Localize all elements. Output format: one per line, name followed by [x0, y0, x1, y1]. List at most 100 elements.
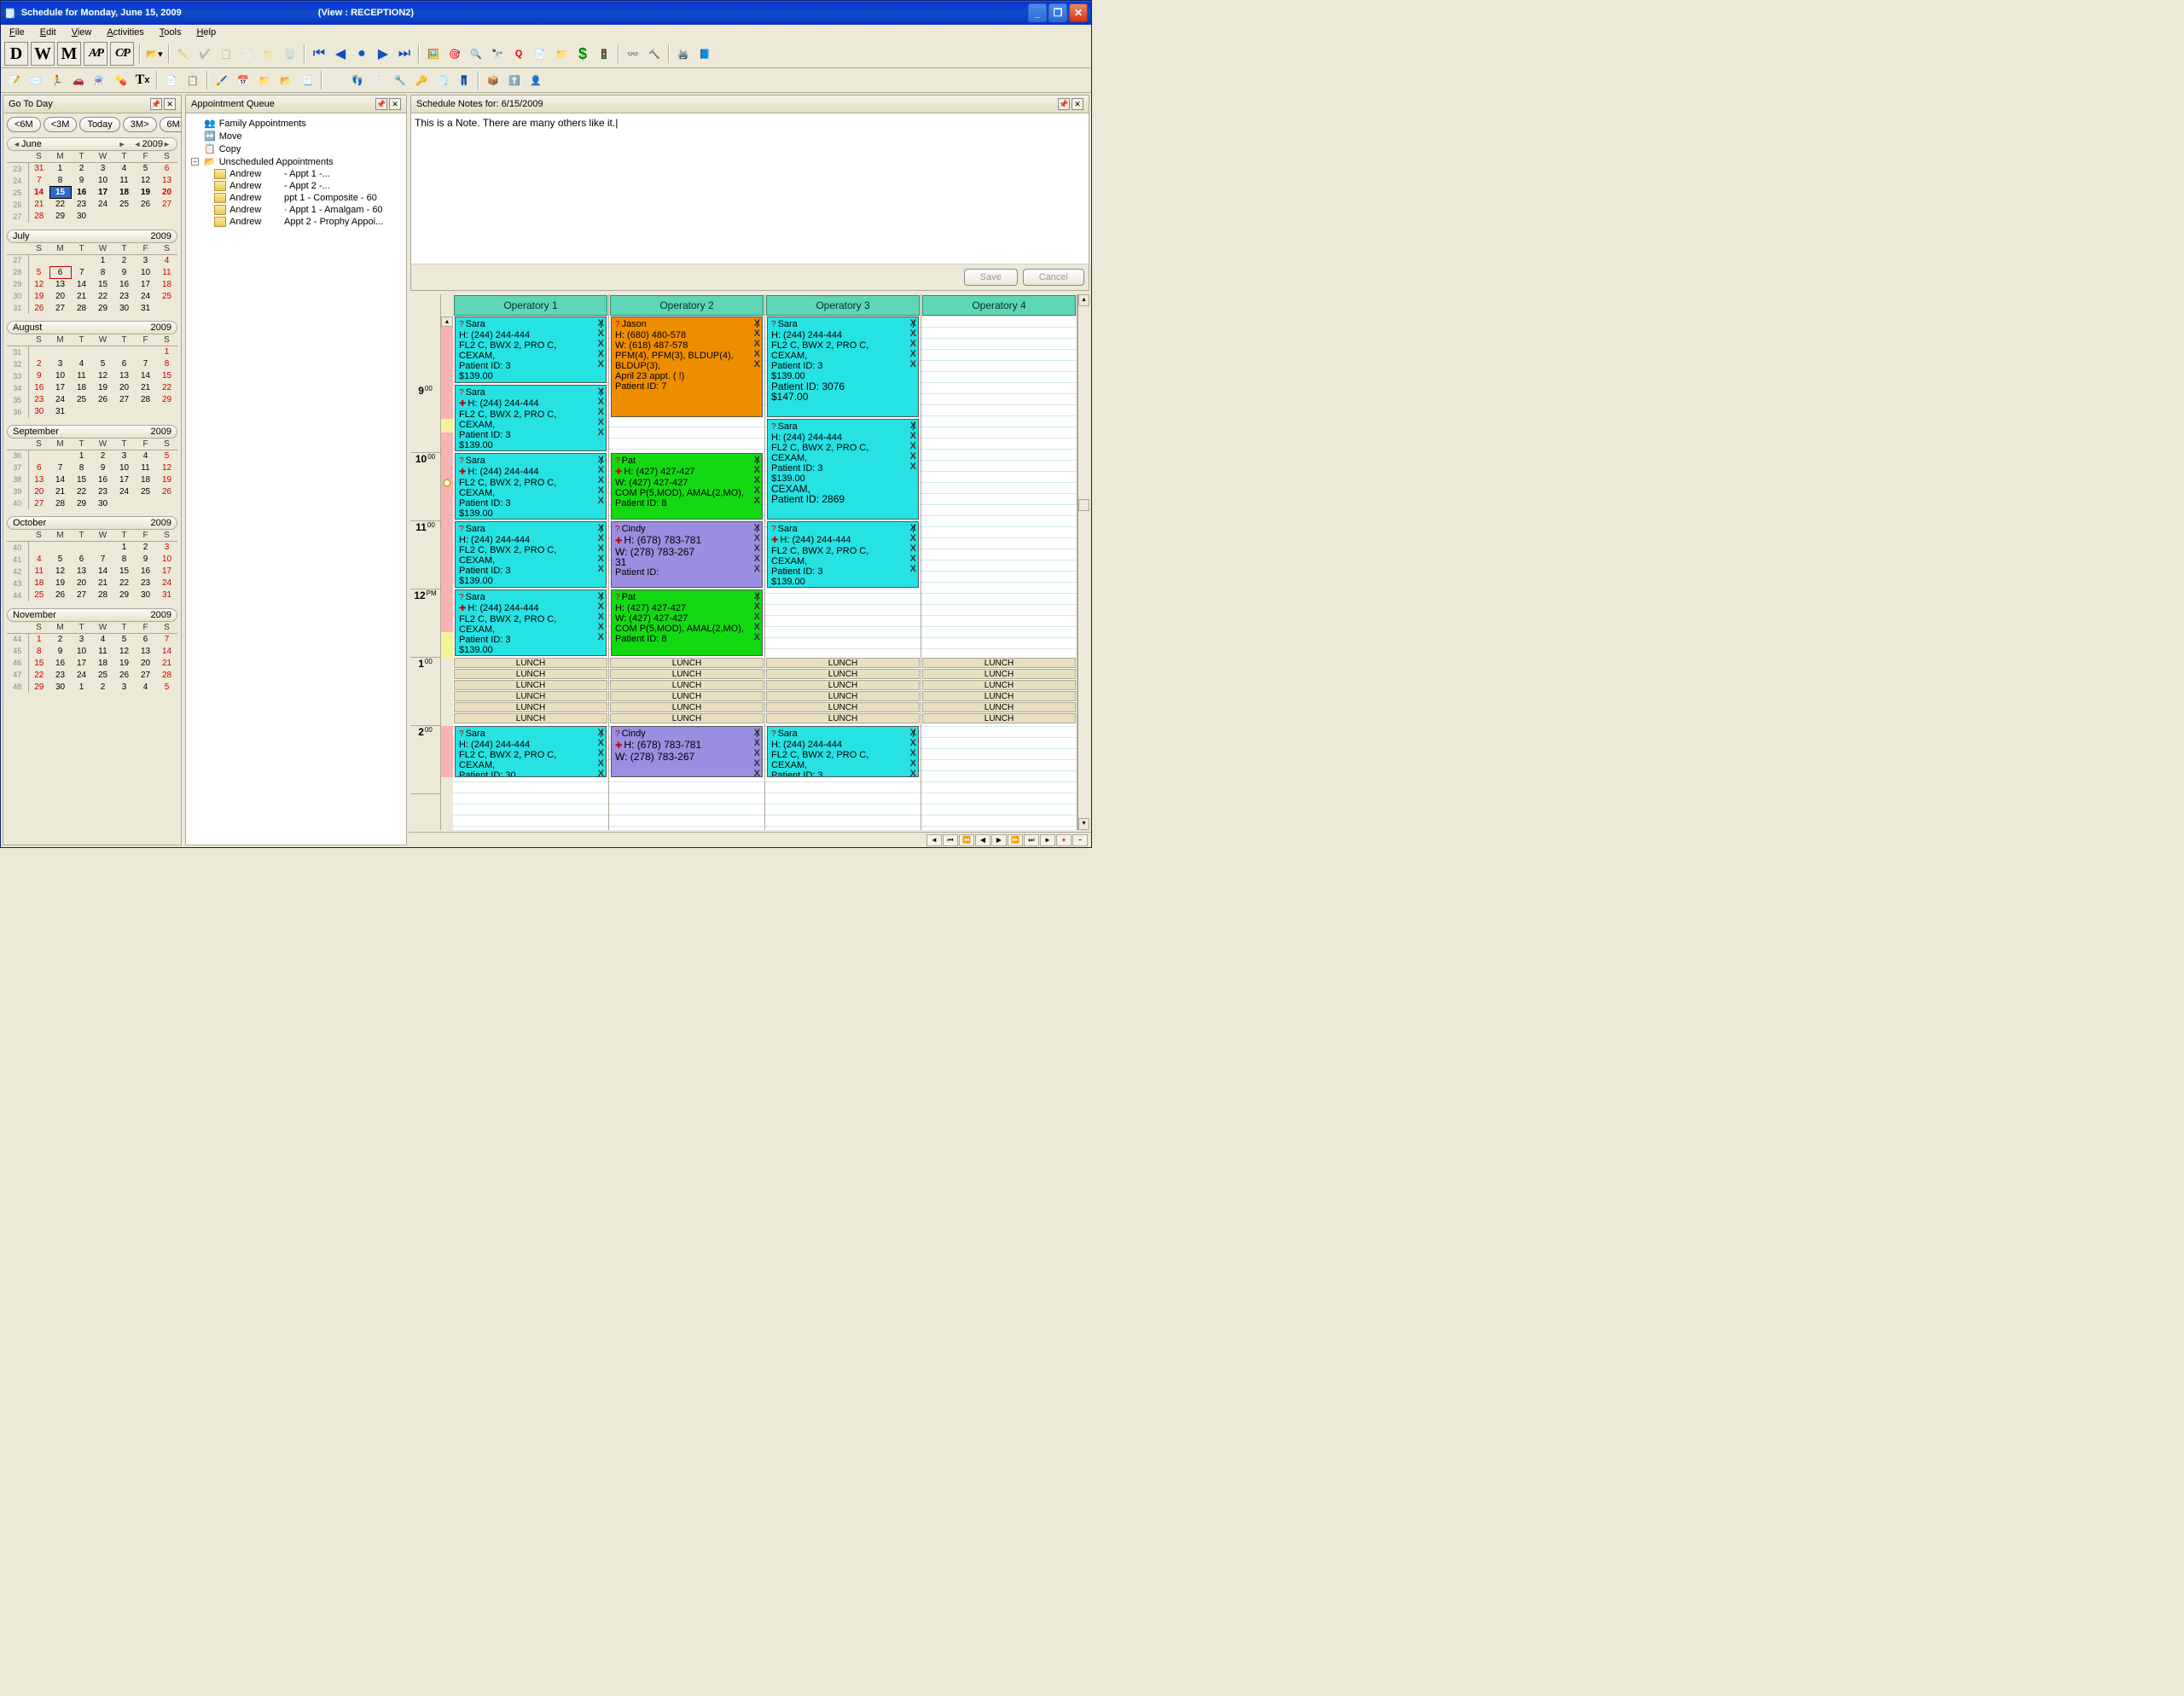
calendar-day[interactable]: 10 [92, 175, 113, 187]
calendar-day[interactable]: 31 [28, 163, 49, 175]
calendar-day[interactable]: 10 [113, 462, 135, 473]
appointment-block[interactable]: / XXXXX ?SaraH: (244) 244-444FL2 C, BWX … [767, 317, 919, 417]
calendar-day[interactable]: 16 [28, 382, 49, 394]
book-icon[interactable]: 📘 [694, 44, 715, 64]
calendar-day[interactable]: 13 [156, 175, 177, 187]
month-header[interactable]: November2009 [7, 608, 177, 622]
calendar-day[interactable]: 27 [113, 394, 135, 406]
calendar-day[interactable]: 26 [92, 394, 113, 406]
calendar-day[interactable] [92, 406, 113, 418]
calendar-day[interactable]: 5 [92, 358, 113, 370]
calendar-day[interactable]: 2 [71, 163, 92, 175]
pin-icon[interactable]: 📌 [1058, 98, 1070, 110]
calendar-day[interactable]: 21 [71, 290, 92, 302]
calendar-day[interactable]: 19 [156, 473, 177, 485]
calendar-day[interactable]: 27 [135, 669, 156, 681]
calendar-day[interactable]: 20 [49, 290, 71, 302]
lunch-block[interactable]: LUNCH [922, 658, 1076, 668]
calendar-day[interactable]: 31 [135, 302, 156, 314]
calendar-day[interactable]: 20 [71, 578, 92, 590]
calendar-day[interactable]: 30 [135, 590, 156, 601]
view-cp-button[interactable]: C/P [110, 42, 134, 66]
calendar-day[interactable]: 10 [156, 554, 177, 566]
calendar-day[interactable]: 2 [28, 358, 49, 370]
calendar-day[interactable]: 24 [135, 290, 156, 302]
queue-item[interactable]: Andrew· Appt 1 - Amalgam - 60 [200, 204, 403, 216]
calendar-day[interactable]: 30 [28, 406, 49, 418]
calendar-day[interactable]: 30 [92, 497, 113, 509]
pants-icon[interactable]: 👖 [454, 70, 474, 90]
lunch-block[interactable]: LUNCH [454, 680, 607, 690]
calendar-day[interactable]: 4 [135, 681, 156, 693]
calendar-day[interactable]: 9 [49, 645, 71, 657]
calendar-day[interactable]: 2 [135, 542, 156, 554]
operatory-column-3[interactable]: Operatory 3/ XXXXX ?SaraH: (244) 244-444… [765, 294, 921, 830]
calendar-day[interactable]: 14 [135, 370, 156, 382]
calendar-day[interactable]: 8 [92, 266, 113, 278]
calendar-day[interactable]: 16 [113, 278, 135, 290]
calendar-day[interactable]: 9 [92, 462, 113, 473]
calendar-day[interactable]: 1 [49, 163, 71, 175]
calendar-day[interactable]: 30 [113, 302, 135, 314]
calendar-day[interactable]: 26 [135, 199, 156, 211]
calendar-day[interactable] [156, 497, 177, 509]
calendar-day[interactable]: 24 [71, 669, 92, 681]
calendar-day[interactable]: 4 [71, 358, 92, 370]
lunch-block[interactable]: LUNCH [766, 713, 920, 723]
calendar-day[interactable]: 12 [156, 462, 177, 473]
nav-scroll-left-icon[interactable]: ◄ [926, 834, 942, 846]
notes-textarea[interactable]: This is a Note. There are many others li… [411, 113, 1089, 264]
calendar-day[interactable]: 17 [71, 657, 92, 669]
calendar-day[interactable]: 25 [135, 485, 156, 497]
task-icon[interactable]: 📝 [4, 70, 25, 90]
calendar-day[interactable]: 5 [28, 266, 49, 278]
folder4-icon[interactable]: 📂 [276, 70, 296, 90]
calendar-day[interactable] [71, 254, 92, 266]
lunch-block[interactable]: LUNCH [610, 658, 764, 668]
queue-root-unscheduled-appointments[interactable]: −📂Unscheduled Appointments [189, 155, 403, 168]
appointment-block[interactable]: / XXXXX ?Cindy✚H: (678) 783-781W: (278) … [611, 521, 763, 588]
calendar-day[interactable]: 1 [156, 346, 177, 358]
calendar-day[interactable]: 27 [28, 497, 49, 509]
calendar-day[interactable]: 14 [49, 473, 71, 485]
menu-view[interactable]: View [68, 26, 96, 38]
car-icon[interactable]: 🚗 [68, 70, 89, 90]
calendar-day[interactable]: 25 [156, 290, 177, 302]
calendar-day[interactable]: 16 [49, 657, 71, 669]
calendar-day[interactable]: 13 [135, 645, 156, 657]
nav-last-icon[interactable]: ⏭ [394, 44, 415, 64]
calendar-day[interactable] [135, 346, 156, 358]
calendar-day[interactable]: 17 [135, 278, 156, 290]
calendar-day[interactable]: 29 [28, 681, 49, 693]
queue-item[interactable]: Andrew- Appt 2 -... [200, 180, 403, 192]
menu-tools[interactable]: Tools [156, 26, 185, 38]
key-icon[interactable]: 🔑 [411, 70, 432, 90]
calendar-day[interactable] [49, 254, 71, 266]
lunch-block[interactable]: LUNCH [922, 691, 1076, 701]
queue-item[interactable]: Andrewppt 1 - Composite - 60 [200, 192, 403, 204]
calendar-day[interactable]: 3 [71, 633, 92, 645]
calendar-day[interactable] [49, 346, 71, 358]
goto-6m-button[interactable]: <6M [7, 117, 41, 132]
operatory-header[interactable]: Operatory 1 [454, 295, 607, 316]
calendar-day[interactable]: 8 [71, 462, 92, 473]
calendar-day[interactable]: 13 [28, 473, 49, 485]
calendar-day[interactable]: 21 [49, 485, 71, 497]
calendar-day[interactable]: 19 [49, 578, 71, 590]
next-month-icon[interactable]: ► [119, 140, 127, 148]
calendar-day[interactable]: 18 [113, 187, 135, 199]
calendar-day[interactable] [92, 211, 113, 223]
calendar-day[interactable]: 6 [156, 163, 177, 175]
calendar-day[interactable]: 10 [135, 266, 156, 278]
calendar-day[interactable]: 28 [92, 590, 113, 601]
goto-3m-button[interactable]: 3M> [123, 117, 157, 132]
nav-first-icon[interactable]: ⏮ [309, 44, 329, 64]
appointment-block[interactable]: / XXXXX ?Pat✚H: (427) 427-427W: (427) 42… [611, 453, 763, 520]
calendar-day[interactable] [49, 542, 71, 554]
expand-icon[interactable]: − [191, 158, 199, 166]
lunch-block[interactable]: LUNCH [454, 691, 607, 701]
appointment-block[interactable]: / XXXXX ?SaraH: (244) 244-444FL2 C, BWX … [767, 726, 919, 777]
calendar-day[interactable] [92, 542, 113, 554]
calendar-day[interactable]: 19 [92, 382, 113, 394]
calendar-day[interactable]: 23 [92, 485, 113, 497]
